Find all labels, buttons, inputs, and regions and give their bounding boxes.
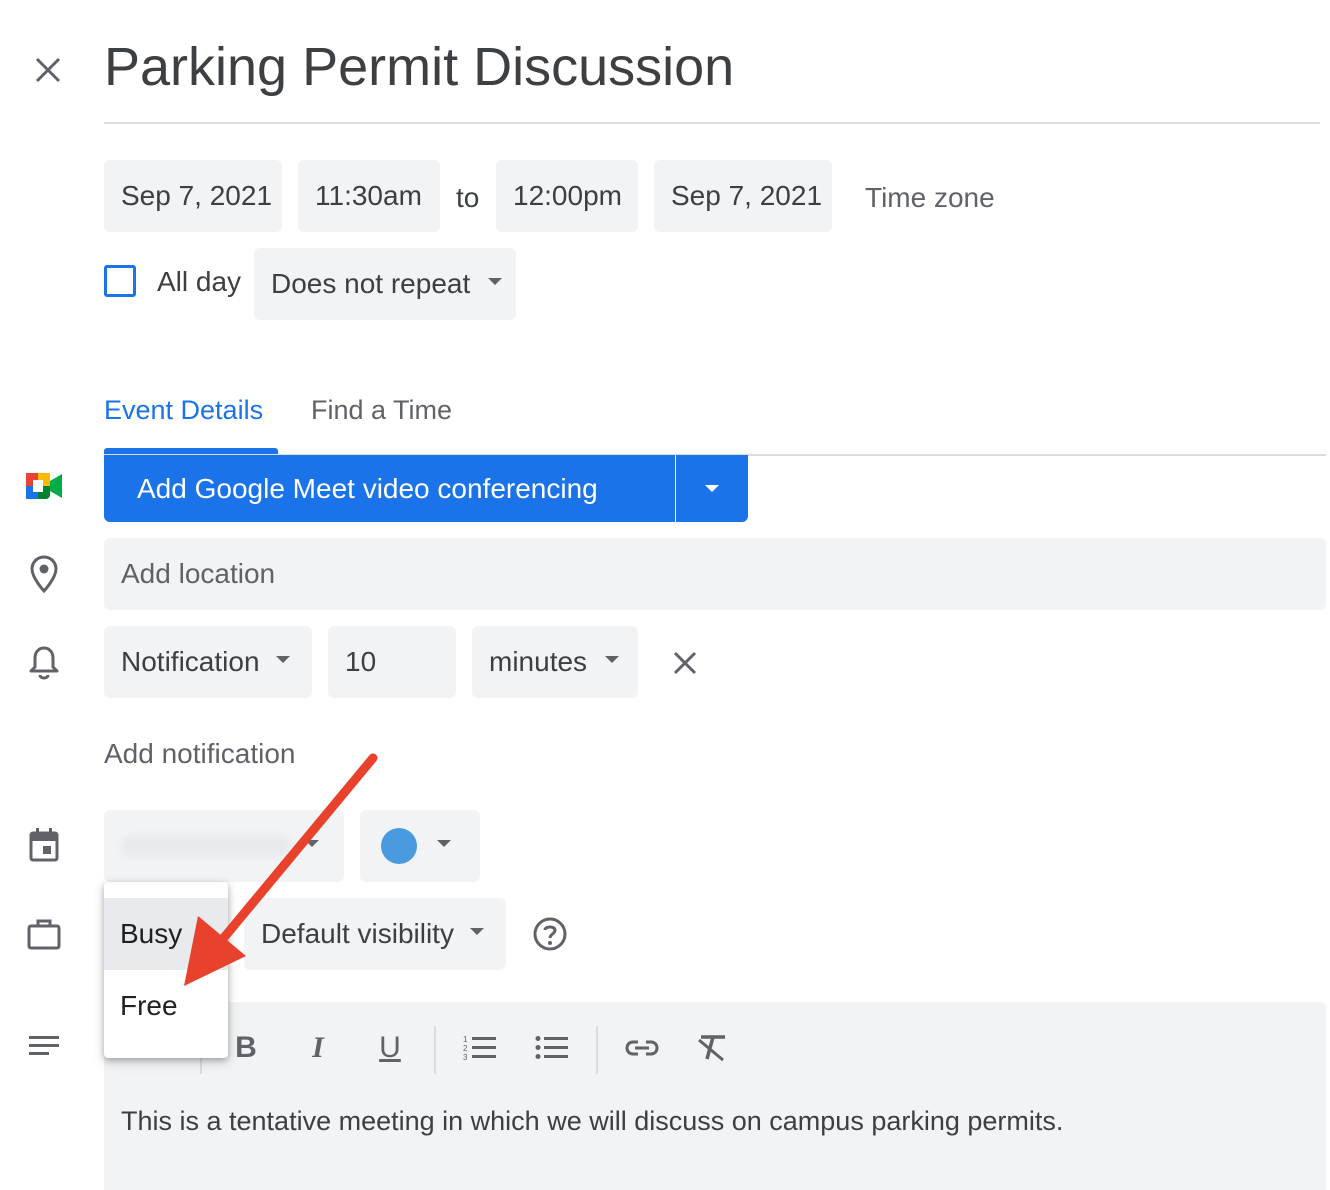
- toolbar-divider: [596, 1026, 598, 1074]
- to-label: to: [456, 182, 480, 213]
- start-date-value: Sep 7, 2021: [121, 180, 273, 211]
- location-placeholder: Add location: [121, 558, 276, 589]
- all-day-checkbox[interactable]: [104, 265, 136, 297]
- title-underline: [104, 122, 1320, 124]
- notification-amount-value: 10: [345, 646, 377, 677]
- end-time-field[interactable]: 12:00pm: [496, 160, 638, 232]
- toolbar-divider: [434, 1026, 436, 1074]
- link-icon[interactable]: [620, 1026, 664, 1070]
- add-google-meet-label: Add Google Meet video conferencing: [137, 472, 598, 504]
- underline-icon[interactable]: U: [368, 1026, 412, 1070]
- chevron-down-icon: [437, 839, 451, 847]
- repeat-value: Does not repeat: [271, 268, 471, 299]
- numbered-list-icon[interactable]: 1 2 3: [458, 1026, 502, 1070]
- bold-icon[interactable]: B: [224, 1026, 268, 1070]
- availability-option-free-label: Free: [120, 990, 178, 1021]
- notification-unit-dropdown[interactable]: minutes: [472, 626, 638, 698]
- notification-amount-input[interactable]: 10: [328, 626, 456, 698]
- end-time-value: 12:00pm: [513, 180, 622, 211]
- start-time-field[interactable]: 11:30am: [298, 160, 440, 232]
- location-pin-icon: [24, 552, 64, 596]
- tab-find-a-time[interactable]: Find a Time: [311, 395, 452, 426]
- location-input[interactable]: Add location: [104, 538, 1326, 610]
- google-meet-icon: [22, 468, 66, 504]
- description-text[interactable]: This is a tentative meeting in which we …: [121, 1106, 1063, 1137]
- svg-text:1: 1: [463, 1035, 468, 1044]
- briefcase-icon: [24, 914, 64, 954]
- bulleted-list-icon[interactable]: [530, 1026, 574, 1070]
- time-zone-button[interactable]: Time zone: [865, 182, 995, 214]
- remove-notification-icon[interactable]: [664, 642, 706, 684]
- help-icon[interactable]: [528, 912, 572, 956]
- bell-icon: [24, 642, 64, 682]
- start-time-value: 11:30am: [315, 180, 422, 211]
- chevron-down-icon: [469, 927, 484, 935]
- notification-type-dropdown[interactable]: Notification: [104, 626, 312, 698]
- chevron-down-icon: [275, 655, 290, 663]
- all-day-label: All day: [157, 266, 242, 297]
- repeat-dropdown[interactable]: Does not repeat: [254, 248, 516, 320]
- close-icon[interactable]: [28, 50, 68, 90]
- svg-text:2: 2: [463, 1044, 468, 1053]
- italic-icon[interactable]: I: [296, 1026, 340, 1070]
- start-date-field[interactable]: Sep 7, 2021: [104, 160, 282, 232]
- end-date-value: Sep 7, 2021: [671, 180, 823, 211]
- chevron-down-icon: [705, 485, 719, 492]
- chevron-down-icon: [605, 655, 620, 663]
- annotation-arrow: [184, 753, 378, 986]
- notification-type-value: Notification: [121, 646, 260, 677]
- description-icon: [24, 1026, 64, 1066]
- end-date-field[interactable]: Sep 7, 2021: [654, 160, 832, 232]
- calendar-icon: [24, 824, 64, 866]
- tab-event-details[interactable]: Event Details: [104, 395, 263, 426]
- chevron-down-icon: [488, 277, 503, 285]
- meet-options-dropdown[interactable]: [676, 455, 748, 522]
- add-google-meet-button[interactable]: Add Google Meet video conferencing: [104, 455, 675, 522]
- svg-text:3: 3: [463, 1053, 468, 1062]
- notification-unit-value: minutes: [489, 646, 588, 677]
- event-title-input[interactable]: Parking Permit Discussion: [104, 36, 734, 98]
- clear-formatting-icon[interactable]: [690, 1026, 734, 1070]
